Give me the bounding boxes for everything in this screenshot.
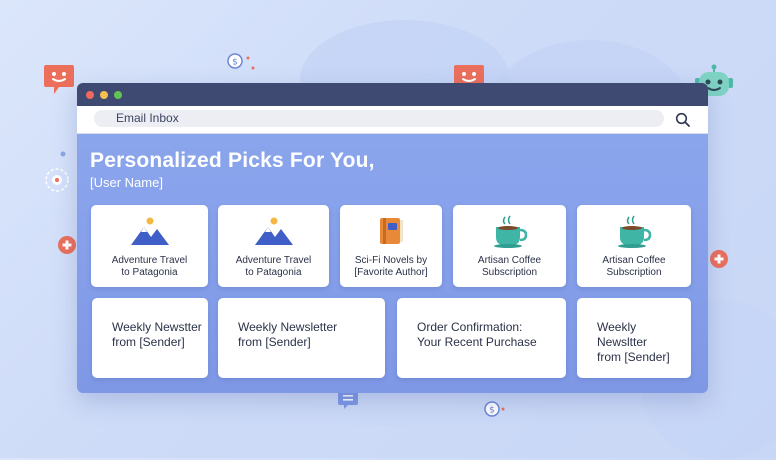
email-card[interactable]: Weekly Newsletter from [Sender] (218, 298, 385, 378)
search-icon[interactable] (674, 111, 692, 129)
coin-icon: $ (227, 53, 255, 70)
chat-bubble-icon (44, 65, 74, 94)
coin-icon: $ (484, 401, 505, 417)
email-card[interactable]: Order Confirmation: Your Recent Purchase (397, 298, 566, 378)
address-input[interactable]: Email Inbox (94, 110, 664, 127)
email-card[interactable]: Weekly Newsltter from [Sender] (577, 298, 691, 378)
card-title: Artisan Coffee Subscription (602, 255, 666, 278)
card-title: Adventure Travel to Patagonia (111, 255, 188, 278)
email-card[interactable]: Weekly Newstter from [Sender] (92, 298, 208, 378)
mountain-icon (130, 217, 169, 245)
plus-badge-icon (710, 250, 728, 268)
target-icon (45, 151, 69, 192)
recommendation-card[interactable]: Adventure Travel to Patagonia (91, 205, 208, 287)
address-bar: Email Inbox (77, 106, 708, 134)
browser-window: Email Inbox Personalized Picks For You, … (77, 83, 708, 393)
recommendation-card[interactable]: Artisan Coffee Subscription (577, 205, 691, 287)
window-titlebar (77, 83, 708, 106)
mountain-icon (254, 217, 293, 245)
svg-text:$: $ (232, 58, 238, 68)
email-title: Weekly Newsltter from [Sender] (597, 320, 670, 364)
card-title: Sci-Fi Novels by [Favorite Author] (354, 255, 428, 278)
card-title: Adventure Travel to Patagonia (235, 255, 312, 278)
coffee-cup-icon (493, 215, 527, 248)
recommendation-card[interactable]: Adventure Travel to Patagonia (218, 205, 329, 287)
minimize-window-button[interactable] (100, 91, 108, 99)
maximize-window-button[interactable] (114, 91, 122, 99)
coffee-cup-icon (618, 215, 652, 248)
book-icon (380, 218, 403, 244)
page-title: Personalized Picks For You, (90, 149, 375, 172)
user-name-placeholder: [User Name] (90, 175, 163, 190)
card-title: Artisan Coffee Subscription (477, 255, 542, 278)
close-window-button[interactable] (86, 91, 94, 99)
recommendation-card[interactable]: Sci-Fi Novels by [Favorite Author] (340, 205, 442, 287)
svg-text:$: $ (489, 406, 495, 416)
email-title: Order Confirmation: Your Recent Purchase (417, 320, 537, 349)
email-title: Weekly Newsletter from [Sender] (238, 320, 338, 349)
recommendation-card[interactable]: Artisan Coffee Subscription (453, 205, 566, 287)
plus-badge-icon (58, 236, 76, 254)
email-title: Weekly Newstter from [Sender] (112, 320, 202, 349)
